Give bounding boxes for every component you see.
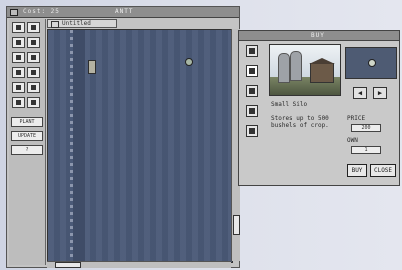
vertical-scroll-thumb[interactable] [233,215,240,235]
game-field[interactable] [47,29,233,263]
field-window-titlebar[interactable]: Cost: 25 ANTT [7,7,239,18]
next-arrow-icon[interactable]: ▶ [373,87,387,99]
silo-illustration [278,53,290,83]
previous-arrow-icon[interactable]: ◀ [353,87,367,99]
tool-icon-9[interactable] [12,82,25,93]
item-dot-icon [368,59,376,67]
category-icon-1[interactable] [246,45,258,57]
close-icon[interactable] [10,9,18,16]
buy-button[interactable]: BUY [347,164,367,177]
buy-window: BUY ◀ ▶ Small Silo Stores up to 500 bush… [238,30,400,186]
field-fence [70,30,73,262]
category-icon-4[interactable] [246,105,258,117]
plant-button[interactable]: PLANT [11,117,43,127]
document-icon [51,21,59,28]
silo-sprite[interactable] [88,60,96,74]
price-value: 200 [351,124,381,132]
help-button[interactable]: ? [11,145,43,155]
document-tab[interactable]: Untitled [47,19,117,28]
item-preview-image [269,44,341,96]
item-description: Stores up to 500 bushels of crop. [271,115,329,129]
category-tabs [243,45,265,155]
window-title: ANTT [115,8,134,15]
tool-icon-3[interactable] [12,37,25,48]
buy-window-title: BUY [311,32,325,39]
tool-icon-11[interactable] [12,97,25,108]
window-title-cost: Cost: 25 [23,8,60,15]
silo-illustration [290,51,302,81]
update-button[interactable]: UPDATE [11,131,43,141]
horizontal-scrollbar[interactable] [47,261,231,268]
category-icon-5[interactable] [246,125,258,137]
owned-value: 1 [351,146,381,154]
barn-illustration [309,58,335,83]
tool-icon-8[interactable] [27,67,40,78]
owned-label: OWN [347,137,358,144]
category-icon-2[interactable] [246,65,258,77]
price-label: PRICE [347,115,366,122]
tool-icon-6[interactable] [27,52,40,63]
category-icon-3[interactable] [246,85,258,97]
document-tab-label: Untitled [62,20,91,27]
tool-icon-7[interactable] [12,67,25,78]
tool-icon-2[interactable] [27,22,40,33]
object-sprite[interactable] [185,58,193,66]
tool-icon-10[interactable] [27,82,40,93]
tool-palette: PLANT UPDATE ? [9,19,46,265]
tool-icon-5[interactable] [12,52,25,63]
tool-icon-1[interactable] [12,22,25,33]
buy-window-titlebar[interactable]: BUY [239,31,399,41]
field-window: Cost: 25 ANTT PLANT UPDATE ? Untitled [6,6,240,268]
field-shadow [73,30,85,262]
item-name: Small Silo [271,101,308,108]
tool-icon-4[interactable] [27,37,40,48]
horizontal-scroll-thumb[interactable] [55,262,81,268]
close-button[interactable]: CLOSE [370,164,396,177]
item-icon-preview [345,47,397,79]
tool-icon-12[interactable] [27,97,40,108]
